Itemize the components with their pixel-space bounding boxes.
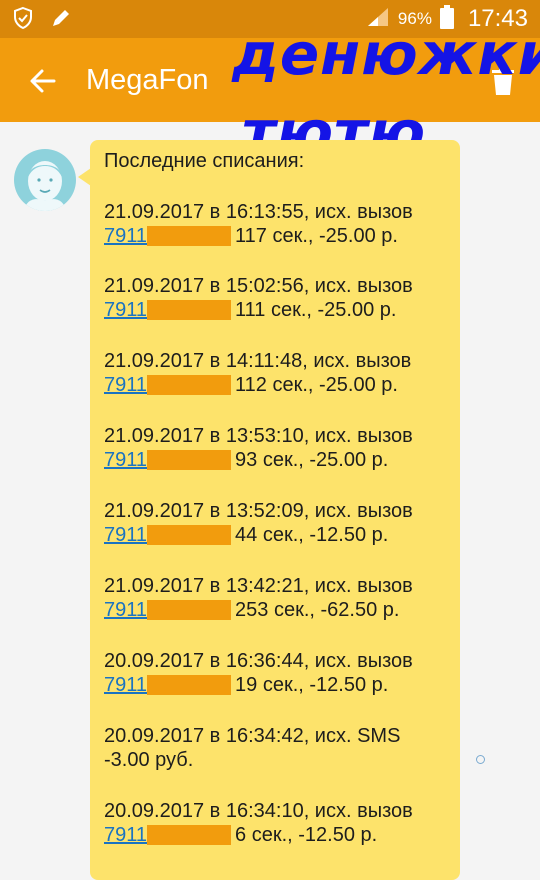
conversation-title: MegaFon	[86, 64, 209, 96]
scroll-indicator[interactable]	[476, 755, 485, 764]
message-header: Последние списания:	[104, 150, 305, 172]
message-entry: 21.09.2017 в 13:42:21, исх. вызов 7911 25…	[104, 574, 413, 622]
phone-number-link[interactable]: 7911	[104, 373, 147, 397]
message-entry: 21.09.2017 в 13:52:09, исх. вызов 7911 44…	[104, 499, 413, 547]
phone-number-link[interactable]: 7911	[104, 298, 147, 322]
message-entry: 21.09.2017 в 15:02:56, исх. вызов 7911 11…	[104, 274, 413, 322]
phone-number-link[interactable]: 7911	[104, 673, 147, 697]
entry-datetime: 21.09.2017 в 13:42:21, исх. вызов	[104, 575, 413, 597]
redaction-bar	[147, 375, 232, 395]
phone-number-link[interactable]: 7911	[104, 823, 147, 847]
phone-number-link[interactable]: 7911	[104, 598, 147, 622]
entry-datetime: 21.09.2017 в 16:13:55, исх. вызов	[104, 201, 413, 223]
redaction-bar	[147, 825, 232, 845]
entry-details: 6 сек., -12.50 р.	[235, 824, 378, 846]
entry-datetime: 21.09.2017 в 13:52:09, исх. вызов	[104, 500, 413, 522]
entry-details: 44 сек., -12.50 р.	[235, 524, 389, 546]
person-icon	[24, 161, 66, 211]
redaction-bar	[147, 450, 232, 470]
pencil-icon	[50, 7, 72, 34]
message-entry: 20.09.2017 в 16:34:10, исх. вызов 7911 6 …	[104, 799, 413, 847]
entry-details: 93 сек., -25.00 р.	[235, 449, 389, 471]
entry-details: 253 сек., -62.50 р.	[235, 599, 400, 621]
overlay-caption-line-1: денюжки	[232, 20, 540, 88]
redaction-bar	[147, 226, 232, 246]
redaction-bar	[147, 600, 232, 620]
entry-datetime: 20.09.2017 в 16:34:42, исх. SMS	[104, 725, 401, 747]
entry-details: 117 сек., -25.00 р.	[235, 225, 398, 247]
phone-number-link[interactable]: 7911	[104, 448, 147, 472]
phone-number-link[interactable]: 7911	[104, 224, 147, 248]
message-entry: 20.09.2017 в 16:34:42, исх. SMS -3.00 ру…	[104, 724, 400, 772]
message-entry: 21.09.2017 в 13:53:10, исх. вызов 7911 93…	[104, 424, 413, 472]
redaction-bar	[147, 525, 232, 545]
entry-datetime: 21.09.2017 в 14:11:48, исх. вызов	[104, 350, 412, 372]
entry-datetime: 20.09.2017 в 16:36:44, исх. вызов	[104, 650, 413, 672]
entry-datetime: 20.09.2017 в 16:34:10, исх. вызов	[104, 800, 413, 822]
avatar[interactable]	[14, 149, 76, 211]
message-entry: 21.09.2017 в 16:13:55, исх. вызов 7911 11…	[104, 200, 413, 248]
entry-details: 111 сек., -25.00 р.	[235, 299, 397, 321]
entry-datetime: 21.09.2017 в 13:53:10, исх. вызов	[104, 425, 413, 447]
redaction-bar	[147, 300, 232, 320]
entry-details: 112 сек., -25.00 р.	[235, 374, 398, 396]
entry-details: -3.00 руб.	[104, 749, 194, 771]
entry-datetime: 21.09.2017 в 15:02:56, исх. вызов	[104, 275, 413, 297]
back-arrow-icon[interactable]	[26, 64, 60, 98]
redaction-bar	[147, 675, 232, 695]
entry-details: 19 сек., -12.50 р.	[235, 674, 389, 696]
shield-icon	[12, 6, 34, 35]
message-entry: 20.09.2017 в 16:36:44, исх. вызов 7911 19…	[104, 649, 413, 697]
phone-number-link[interactable]: 7911	[104, 523, 147, 547]
message-entry: 21.09.2017 в 14:11:48, исх. вызов 7911 11…	[104, 349, 411, 397]
